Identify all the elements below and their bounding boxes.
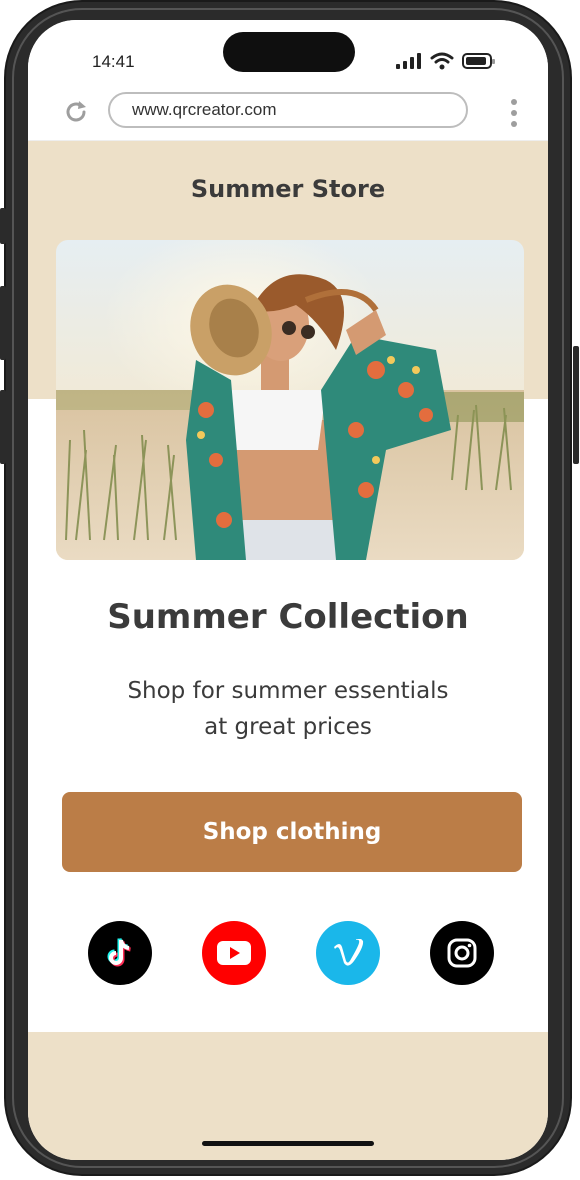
status-icons: [396, 52, 496, 70]
mute-switch: [0, 208, 6, 244]
instagram-icon: [447, 938, 477, 968]
status-time: 14:41: [92, 52, 135, 71]
volume-up-button: [0, 286, 6, 360]
vimeo-link[interactable]: [316, 921, 380, 985]
youtube-link[interactable]: [202, 921, 266, 985]
dynamic-island: [223, 32, 355, 72]
collection-title: Summer Collection: [107, 597, 469, 637]
shop-clothing-button[interactable]: Shop clothing: [62, 792, 522, 872]
volume-down-button: [0, 390, 6, 464]
status-bar: 14:41: [28, 20, 548, 84]
more-options-icon[interactable]: [510, 98, 518, 128]
hero-image: [56, 240, 524, 560]
power-button: [573, 346, 579, 464]
vimeo-icon: [334, 939, 364, 966]
signal-icon: [396, 53, 421, 69]
browser-toolbar: www.qrcreator.com: [28, 84, 548, 141]
phone-screen: 14:41 www.qrcreator.com Summer Store Sum…: [28, 20, 548, 1160]
youtube-icon: [217, 941, 251, 965]
landing-page: Summer Store Summer Collection Shop for …: [28, 141, 548, 1160]
battery-icon: [462, 53, 495, 69]
instagram-link[interactable]: [430, 921, 494, 985]
description-line-1: Shop for summer essentials: [127, 678, 449, 704]
tiktok-link[interactable]: [88, 921, 152, 985]
store-title: Summer Store: [190, 175, 386, 203]
home-indicator[interactable]: [202, 1141, 374, 1146]
reload-icon[interactable]: [62, 98, 90, 126]
description-line-2: at great prices: [204, 714, 372, 740]
collection-description: Shop for summer essentials at great pric…: [88, 673, 488, 745]
url-field[interactable]: www.qrcreator.com: [108, 92, 468, 128]
hero-photo: [56, 240, 524, 560]
wifi-icon: [430, 52, 454, 70]
social-links: [88, 921, 496, 985]
tiktok-icon: [107, 938, 131, 967]
